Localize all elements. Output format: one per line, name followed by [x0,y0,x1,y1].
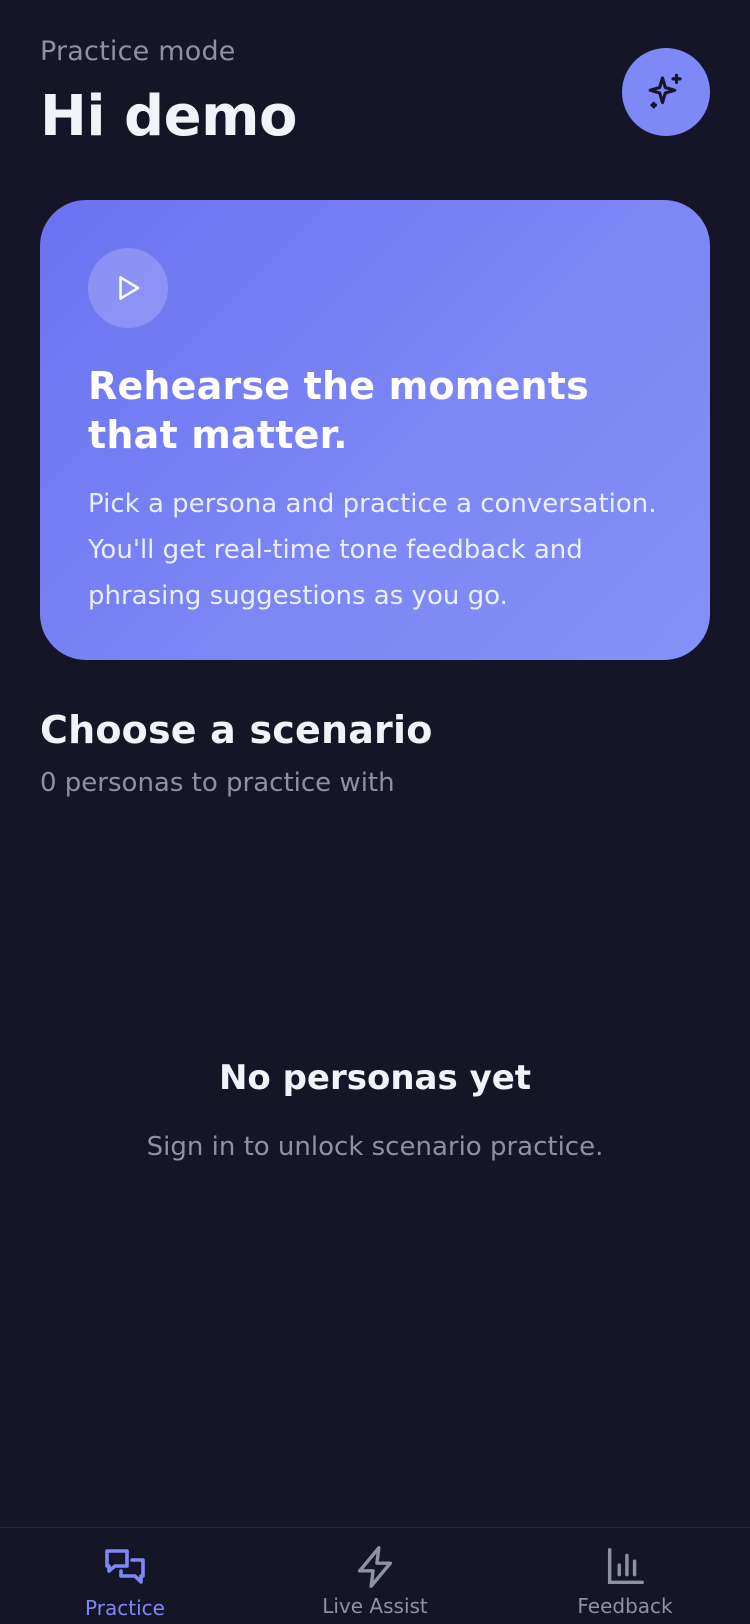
lightning-icon [357,1546,393,1588]
empty-state: No personas yet Sign in to unlock scenar… [0,1058,750,1162]
bar-chart-icon [607,1548,644,1585]
tab-feedback-label: Feedback [577,1594,673,1618]
bottom-tab-bar: Practice Live Assist Feedback [0,1527,750,1624]
empty-state-title: No personas yet [218,1058,532,1098]
greeting-title: Hi demo [40,84,297,149]
hero-card: Rehearse the moments that matter. Pick a… [40,200,710,660]
tab-live-assist-label: Live Assist [322,1594,428,1618]
tab-practice[interactable]: Practice [0,1544,250,1620]
empty-state-subtitle: Sign in to unlock scenario practice. [146,1132,604,1162]
section-title: Choose a scenario [40,708,433,752]
hero-heading: Rehearse the moments that matter. [88,364,589,458]
practice-screen: Practice mode Hi demo Rehearse the momen… [0,0,750,1624]
chat-bubbles-icon [105,1549,145,1584]
tab-feedback[interactable]: Feedback [500,1544,750,1618]
tab-practice-label: Practice [85,1596,165,1620]
scenario-section: Choose a scenario 0 personas to practice… [40,708,710,798]
tab-live-assist[interactable]: Live Assist [250,1544,500,1618]
play-icon [119,276,140,300]
play-button[interactable] [88,248,168,328]
sparkle-button[interactable] [622,48,710,136]
persona-count: 0 personas to practice with [40,768,395,798]
mode-subtitle: Practice mode [40,36,236,67]
header: Practice mode Hi demo [40,34,710,154]
hero-body: Pick a persona and practice a conversati… [88,488,657,612]
sparkles-icon [648,73,682,109]
